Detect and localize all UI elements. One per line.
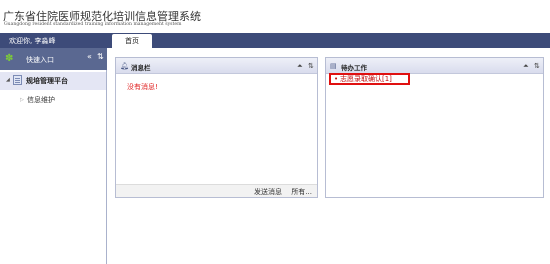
todo-panel-header: ▤ 待办工作 ⏶ ⇅ [326, 58, 543, 74]
collapse-arrow-icon[interactable]: ▷ [20, 97, 24, 103]
app-header: 广东省住院医师规范化培训信息管理系统 Guangdong resident st… [0, 0, 550, 33]
message-panel-title: 消息栏 [131, 64, 151, 72]
todo-item-highlight[interactable]: • 志愿录取确认[1] [329, 73, 410, 85]
expand-arrow-icon[interactable]: ◢ [6, 77, 10, 83]
collapse-up-icon[interactable]: ⏶ [523, 61, 529, 71]
all-messages-link[interactable]: 所有... [291, 187, 312, 197]
refresh-icon[interactable]: ⇅ [97, 52, 104, 62]
welcome-text: 欢迎你, 李淼峰 [9, 37, 56, 45]
refresh-icon[interactable]: ⇅ [308, 61, 314, 71]
sidebar-title: 快速入口 [26, 56, 54, 64]
send-message-link[interactable]: 发送消息 [254, 187, 282, 197]
sidebar-item-info-maintenance[interactable]: 信息维护 [27, 95, 55, 105]
collapse-up-icon[interactable]: ⏶ [297, 61, 303, 71]
message-panel-header: 🔔︎ 消息栏 ⏶ ⇅ [116, 58, 317, 74]
refresh-icon[interactable]: ⇅ [534, 61, 540, 71]
gear-icon: ✽ [5, 53, 14, 64]
message-panel-footer: 发送消息 所有... [116, 184, 317, 197]
bell-icon: 🔔︎ [120, 62, 129, 70]
tab-home[interactable]: 首页 [112, 34, 152, 48]
todo-panel-title: 待办工作 [341, 64, 367, 72]
no-message-text: 没有消息! [127, 83, 158, 91]
book-icon [13, 75, 22, 85]
system-subtitle: Guangdong resident standardized training… [4, 22, 182, 27]
todo-item-link[interactable]: 志愿录取确认[1] [340, 75, 392, 84]
sidebar-item-label[interactable]: 规培管理平台 [26, 76, 68, 86]
message-panel: 🔔︎ 消息栏 ⏶ ⇅ 没有消息! 发送消息 所有... [115, 57, 318, 198]
top-nav-bar [0, 33, 550, 48]
clipboard-icon: ▤ [330, 62, 337, 70]
todo-panel: ▤ 待办工作 ⏶ ⇅ • 志愿录取确认[1] [325, 57, 544, 198]
bullet-icon: • [334, 75, 339, 83]
double-chevron-left-icon[interactable]: « [87, 52, 92, 62]
